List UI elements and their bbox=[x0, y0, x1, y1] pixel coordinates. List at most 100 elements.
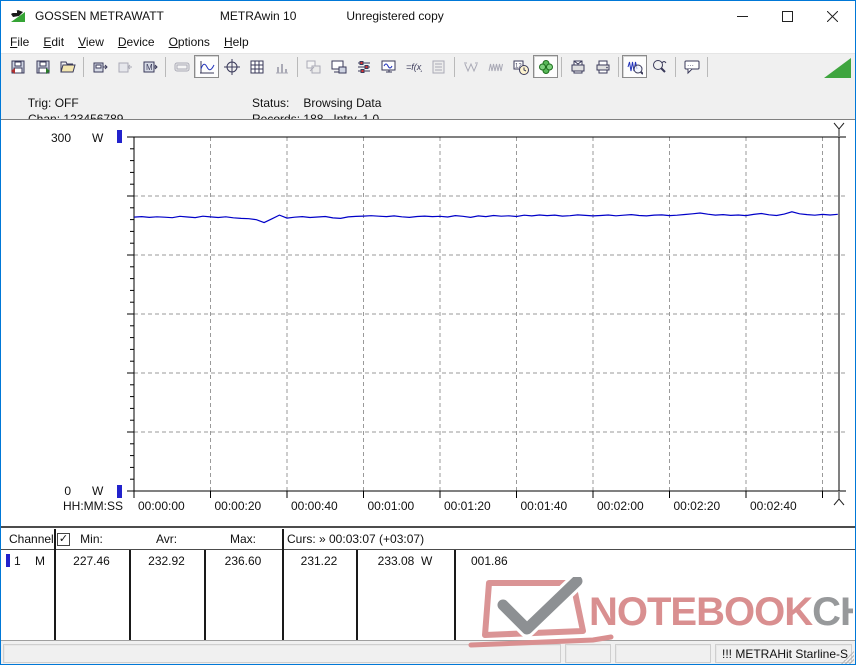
data-table-icon[interactable] bbox=[244, 55, 269, 78]
close-button[interactable] bbox=[810, 1, 855, 31]
col-max-label: Max: bbox=[229, 532, 256, 546]
app-window: GOSSEN METRAWATT METRAwin 10 Unregistere… bbox=[0, 0, 856, 665]
y-unit-label: W bbox=[92, 484, 104, 498]
zoom-select-icon[interactable] bbox=[647, 55, 672, 78]
cursor-bottom-marker[interactable] bbox=[833, 492, 845, 506]
x-tick-label: 00:01:20 bbox=[444, 499, 491, 513]
table-divider bbox=[282, 529, 284, 640]
title-license: Unregistered copy bbox=[346, 9, 444, 23]
window-controls bbox=[720, 1, 855, 31]
tooltip-icon[interactable]: ··· bbox=[679, 55, 704, 78]
curve-chart-icon[interactable] bbox=[194, 55, 219, 78]
table-header-row: Channel: ✓ Min: Avr: Max: Curs: » 00:03:… bbox=[1, 529, 855, 549]
toolbar-separator bbox=[618, 56, 619, 77]
x-tick-label: 00:00:00 bbox=[138, 499, 185, 513]
col-avr-label: Avr: bbox=[155, 532, 178, 546]
toolbar-separator bbox=[165, 56, 166, 77]
y-unit-label: W bbox=[92, 131, 104, 145]
col-min-label: Min: bbox=[80, 532, 103, 546]
chart-canvas[interactable]: 00:00:00 00:00:20 00:00:40 00:01:00 00:01:20… bbox=[1, 120, 856, 527]
toolbar-separator bbox=[297, 56, 298, 77]
x-tick-label: 00:00:20 bbox=[215, 499, 262, 513]
toolbar: M =f(x) 12 ··· bbox=[1, 53, 855, 79]
x-tick-label: 00:00:40 bbox=[291, 499, 338, 513]
read-device-icon[interactable] bbox=[87, 55, 112, 78]
menu-bar: File Edit View Device Options Help bbox=[1, 31, 855, 53]
write-device-icon bbox=[112, 55, 137, 78]
toolbar-separator bbox=[675, 56, 676, 77]
channel-settings-icon[interactable] bbox=[351, 55, 376, 78]
crosshair-icon[interactable] bbox=[219, 55, 244, 78]
app-logo-icon bbox=[11, 10, 25, 22]
toolbar-separator bbox=[454, 56, 455, 77]
svg-text:···: ··· bbox=[687, 62, 694, 69]
max-value: 236.60 bbox=[224, 554, 262, 568]
minimize-button[interactable] bbox=[720, 1, 765, 31]
toolbar-separator bbox=[707, 56, 708, 77]
device-store-icon[interactable] bbox=[326, 55, 351, 78]
cursor-a-value: 231.22 bbox=[300, 554, 338, 568]
cursor-b-value: 233.08 W bbox=[377, 554, 433, 568]
maximize-button[interactable] bbox=[765, 1, 810, 31]
toolbar-separator bbox=[83, 56, 84, 77]
dense-wave-icon bbox=[483, 55, 508, 78]
print-icon[interactable] bbox=[590, 55, 615, 78]
close-icon bbox=[827, 10, 838, 22]
menu-item-device[interactable]: Device bbox=[111, 33, 162, 51]
svg-text:=f(x): =f(x) bbox=[406, 62, 422, 72]
cursor-readout-label: Curs: » 00:03:07 (+03:07) bbox=[287, 532, 425, 546]
menu-item-view[interactable]: View bbox=[71, 33, 111, 51]
maximize-icon bbox=[782, 10, 793, 22]
save-as-icon[interactable] bbox=[30, 55, 55, 78]
avr-value: 232.92 bbox=[148, 554, 185, 568]
x-tick-label: 00:01:00 bbox=[368, 499, 415, 513]
multimeter-display-icon bbox=[169, 55, 194, 78]
title-bar: GOSSEN METRAWATT METRAwin 10 Unregistere… bbox=[1, 1, 855, 31]
info-panel: Trig: OFF Chan: 123456789 Status:Browsin… bbox=[1, 79, 855, 126]
chart-panel: 00:00:00 00:00:20 00:00:40 00:01:00 00:01:20… bbox=[1, 119, 855, 526]
minimize-icon bbox=[737, 15, 748, 17]
menu-item-edit[interactable]: Edit bbox=[36, 33, 71, 51]
window-transfer-icon bbox=[301, 55, 326, 78]
menu-item-options[interactable]: Options bbox=[162, 33, 217, 51]
histogram-icon bbox=[269, 55, 294, 78]
cursor-top-marker[interactable] bbox=[833, 122, 845, 136]
range-marker-bottom bbox=[117, 485, 122, 498]
x-tick-label: 00:02:20 bbox=[674, 499, 721, 513]
x-tick-label: 00:02:00 bbox=[597, 499, 644, 513]
range-marker-top bbox=[117, 130, 122, 143]
x-tick-label: 00:02:40 bbox=[750, 499, 797, 513]
online-monitor-icon[interactable] bbox=[376, 55, 401, 78]
svg-text:M: M bbox=[146, 63, 153, 72]
zoom-curve-icon[interactable] bbox=[622, 55, 647, 78]
col-channel-label: Channel: bbox=[9, 532, 58, 546]
svg-text:NOTEBOOKCHECK: NOTEBOOKCHECK bbox=[589, 590, 853, 634]
memory-icon[interactable]: M bbox=[137, 55, 162, 78]
y-min-label: 0 bbox=[64, 484, 71, 498]
menu-item-help[interactable]: Help bbox=[217, 33, 256, 51]
toolbar-green-triangle-icon bbox=[824, 58, 851, 78]
print-report-icon[interactable] bbox=[565, 55, 590, 78]
notebookcheck-logo: NOTEBOOKCHECK bbox=[468, 577, 853, 648]
open-file-icon[interactable] bbox=[55, 55, 80, 78]
x-tick-label: 00:01:40 bbox=[521, 499, 568, 513]
min-value: 227.46 bbox=[73, 554, 110, 568]
title-app: METRAwin 10 bbox=[219, 9, 297, 23]
channel-mode: M bbox=[35, 554, 45, 568]
toolbar-separator bbox=[561, 56, 562, 77]
title-company: GOSSEN METRAWATT bbox=[35, 9, 164, 23]
trigger-wave-icon bbox=[458, 55, 483, 78]
data-line[interactable] bbox=[133, 211, 838, 224]
channel-number: 1 bbox=[14, 554, 21, 568]
timer-icon[interactable]: 12 bbox=[508, 55, 533, 78]
menu-item-file[interactable]: File bbox=[3, 33, 36, 51]
table-divider bbox=[54, 529, 56, 640]
save-icon[interactable] bbox=[5, 55, 30, 78]
clover-icon[interactable] bbox=[533, 55, 558, 78]
y-max-label: 300 bbox=[51, 131, 71, 145]
io-panel-icon bbox=[426, 55, 451, 78]
logo-text-primary: NOTEBOOK bbox=[589, 590, 813, 634]
cursor-delta-value: 001.86 bbox=[471, 554, 508, 568]
formula-icon[interactable]: =f(x) bbox=[401, 55, 426, 78]
resize-grip[interactable] bbox=[841, 651, 854, 664]
